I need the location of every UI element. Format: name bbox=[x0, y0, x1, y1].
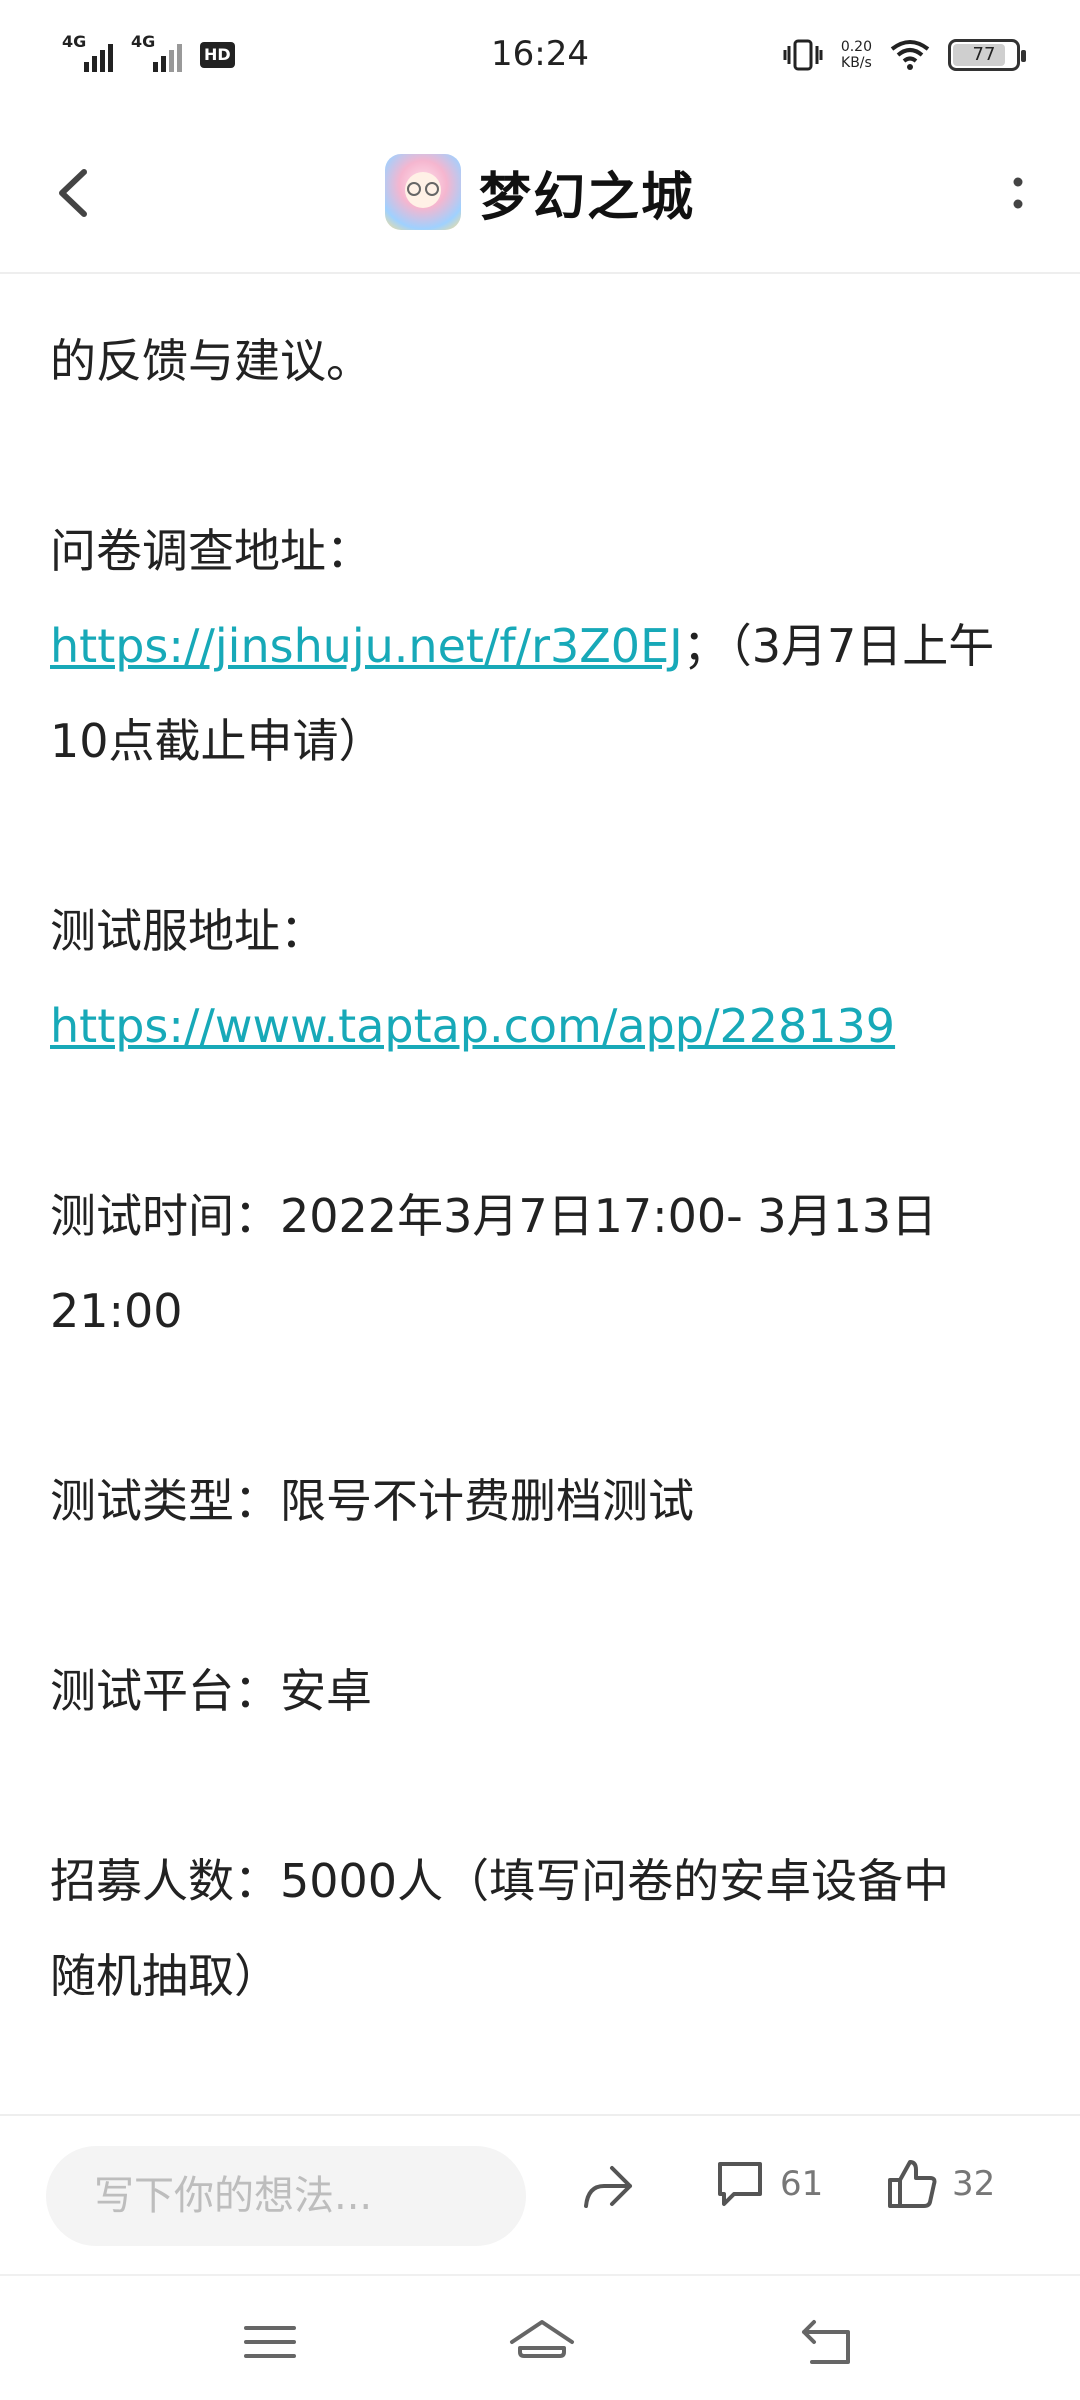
like-button[interactable]: 32 bbox=[884, 2156, 995, 2212]
net-speed-unit: KB/s bbox=[841, 55, 872, 71]
share-icon bbox=[584, 2166, 632, 2208]
survey-link[interactable]: https://jinshuju.net/f/r3Z0EJ bbox=[50, 619, 683, 673]
app-logo bbox=[384, 154, 461, 230]
back-nav-icon[interactable] bbox=[796, 2312, 856, 2372]
top-app-bar: 梦幻之城 bbox=[0, 118, 1080, 274]
page-title: 梦幻之城 bbox=[478, 166, 695, 228]
test-platform-line: 测试平台：安卓 bbox=[50, 1664, 372, 1718]
comment-input[interactable]: 写下你的想法... bbox=[46, 2146, 526, 2246]
survey-label: 问卷调查地址： bbox=[50, 524, 372, 578]
survey-note-line: 10点截止申请） bbox=[50, 714, 385, 768]
like-count: 32 bbox=[952, 2164, 996, 2204]
menu-icon[interactable] bbox=[240, 2312, 300, 2372]
survey-note: ；（3月7日上午 bbox=[682, 619, 995, 673]
home-icon[interactable] bbox=[506, 2312, 578, 2372]
survey-line: https://jinshuju.net/f/r3Z0EJ；（3月7日上午 bbox=[50, 599, 1040, 694]
system-nav-bar bbox=[0, 2274, 1080, 2400]
battery-icon: 77 bbox=[948, 39, 1026, 71]
status-bar: 4G 4G HD 16:24 0.20 KB/s 77 bbox=[0, 0, 1080, 118]
article-paragraph: 的反馈与建议。 bbox=[50, 334, 372, 388]
test-type-line: 测试类型：限号不计费删档测试 bbox=[50, 1474, 694, 1528]
battery-level: 77 bbox=[972, 44, 996, 65]
more-vertical-icon[interactable] bbox=[996, 158, 1040, 228]
net-speed: 0.20 KB/s bbox=[841, 39, 872, 71]
test-time-line-2: 21:00 bbox=[50, 1284, 183, 1338]
server-line: https://www.taptap.com/app/228139 bbox=[50, 979, 1040, 1074]
net-speed-value: 0.20 bbox=[840, 39, 872, 55]
server-label: 测试服地址： bbox=[50, 904, 326, 958]
recruit-line: 招募人数：5000人（填写问卷的安卓设备中 bbox=[50, 1854, 950, 1908]
share-button[interactable] bbox=[578, 2156, 638, 2216]
bottom-action-bar: 写下你的想法... 61 32 bbox=[0, 2114, 1080, 2274]
test-time-line: 测试时间：2022年3月7日17:00- 3月13日 bbox=[50, 1189, 938, 1243]
comment-icon bbox=[718, 2162, 762, 2206]
title-group: 梦幻之城 bbox=[0, 154, 1080, 230]
recruit-line-2: 随机抽取） bbox=[50, 1949, 280, 2003]
vibrate-icon bbox=[783, 39, 823, 71]
thumbs-up-icon bbox=[888, 2160, 937, 2208]
comment-count: 61 bbox=[780, 2164, 824, 2204]
server-link[interactable]: https://www.taptap.com/app/228139 bbox=[50, 999, 895, 1053]
article-content: 的反馈与建议。 问卷调查地址： https://jinshuju.net/f/r… bbox=[50, 274, 1040, 2114]
wifi-icon bbox=[890, 40, 930, 70]
status-right-icons: 0.20 KB/s 77 bbox=[783, 38, 1026, 72]
comment-button[interactable]: 61 bbox=[712, 2156, 823, 2212]
